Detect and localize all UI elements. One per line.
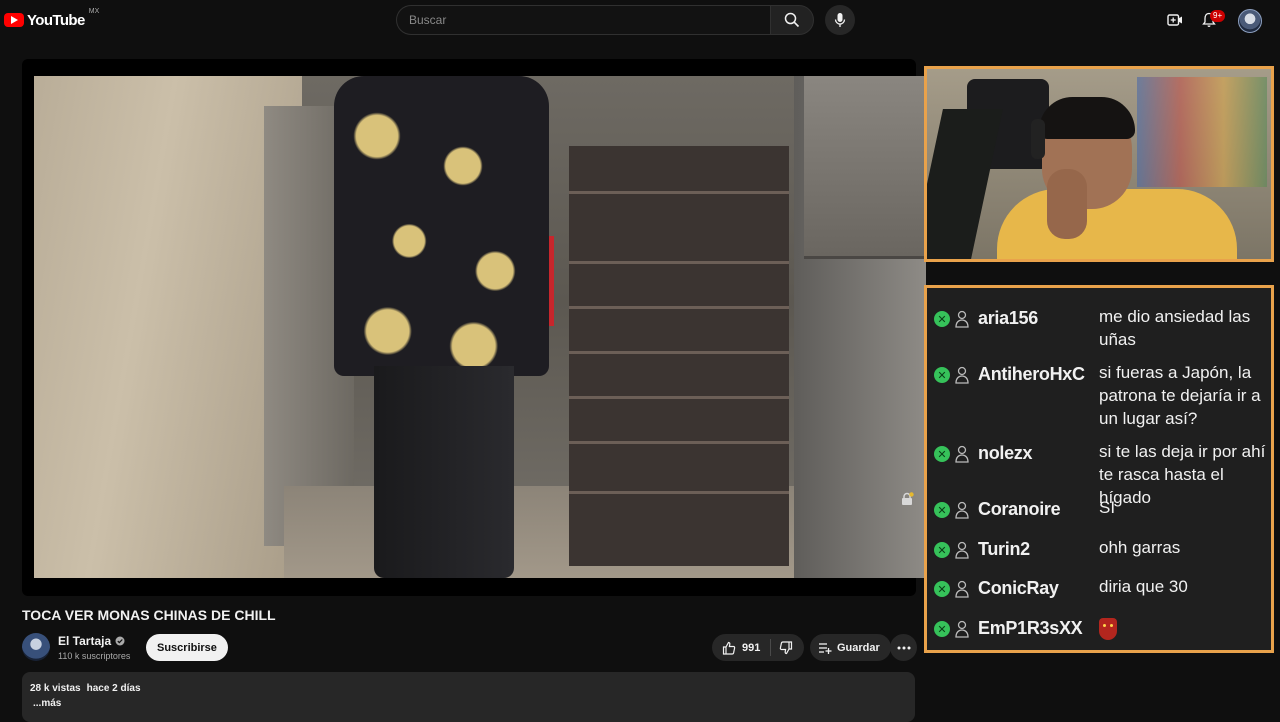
chat-username: Turin2	[978, 539, 1030, 559]
streamer-webcam	[924, 66, 1274, 262]
headset	[1031, 119, 1045, 159]
subscriber-count: 110 k suscriptores	[58, 651, 131, 661]
video-scene-mailboxes	[804, 76, 926, 259]
chat-badge-icon: ✕	[934, 621, 950, 637]
video-scene-wall	[34, 76, 302, 578]
microphone-arm	[927, 109, 1003, 259]
live-chat-panel: ✕ aria156 me dio ansiedad las uñas ✕ Ant…	[924, 285, 1274, 653]
description-box[interactable]	[22, 672, 915, 722]
chat-text: ohh garras	[1099, 538, 1181, 557]
chat-username: Coranoire	[978, 499, 1061, 519]
create-video-icon	[1167, 14, 1182, 26]
view-count: 28 k vistas	[30, 683, 81, 694]
like-button[interactable]: 991	[712, 639, 772, 656]
chat-message-partial	[927, 288, 1271, 290]
chat-badge-icon: ✕	[934, 502, 950, 518]
chat-username: AntiheroHxC	[978, 364, 1085, 384]
thumbs-up-icon	[722, 641, 736, 655]
lock-icon	[902, 492, 914, 505]
youtube-play-icon	[4, 13, 24, 27]
chat-badge-icon: ✕	[934, 311, 950, 327]
thumbs-down-icon	[780, 640, 793, 654]
stair-step	[569, 261, 789, 264]
notification-count-badge: 9+	[1210, 10, 1226, 22]
description-meta: 28 k vistas hace 2 días	[30, 683, 147, 694]
save-button[interactable]: Guardar	[810, 634, 891, 661]
stair-step	[569, 351, 789, 354]
user-icon	[955, 445, 969, 463]
chat-username: aria156	[978, 308, 1038, 328]
chat-text: me dio ansiedad las uñas	[1099, 307, 1251, 349]
like-count: 991	[742, 641, 761, 654]
user-icon	[955, 580, 969, 598]
search-icon	[784, 12, 800, 28]
user-icon	[955, 310, 969, 328]
chat-text: SI	[1099, 498, 1116, 517]
channel-name[interactable]: El Tartaja	[58, 634, 111, 648]
microphone-icon	[834, 13, 846, 27]
youtube-logo[interactable]: YouTube MX	[4, 8, 100, 31]
user-icon	[955, 366, 969, 384]
chat-badge-icon: ✕	[934, 446, 950, 462]
description-more-link[interactable]: ...más	[33, 698, 61, 709]
subscribe-button[interactable]: Suscribirse	[146, 634, 228, 661]
red-mask-emote-icon	[1099, 618, 1117, 640]
chat-badge-icon: ✕	[934, 542, 950, 558]
verified-icon	[115, 636, 125, 646]
search-box	[396, 5, 770, 35]
search-bar	[396, 5, 814, 35]
voice-search-button[interactable]	[825, 5, 855, 35]
chat-text: si fueras a Japón, la patrona te dejaría…	[1099, 363, 1261, 428]
user-icon	[955, 541, 969, 559]
stair-step	[569, 441, 789, 444]
more-actions-button[interactable]	[890, 634, 917, 661]
stair-step	[569, 306, 789, 309]
streamer-hair	[1039, 97, 1135, 139]
channel-name-row[interactable]: El Tartaja	[58, 634, 125, 648]
more-horizontal-icon	[897, 646, 910, 649]
video-frame[interactable]	[34, 76, 926, 578]
dark-pants	[374, 366, 514, 578]
chat-text: diria que 30	[1099, 577, 1188, 596]
logo-text: YouTube	[27, 11, 85, 29]
webcam-background-shelf	[1137, 77, 1267, 187]
create-button[interactable]	[1163, 8, 1187, 32]
upload-date: hace 2 días	[86, 683, 141, 694]
chat-username: EmP1R3sXX	[978, 618, 1083, 638]
user-icon	[955, 501, 969, 519]
search-input[interactable]	[407, 12, 770, 28]
save-label: Guardar	[837, 641, 880, 654]
video-scene-person	[334, 76, 549, 578]
chat-badge-icon: ✕	[934, 581, 950, 597]
stair-step	[569, 491, 789, 494]
streamer-hand	[1047, 169, 1087, 239]
chat-username: ConicRay	[978, 578, 1059, 598]
stair-step	[569, 191, 789, 194]
logo-region: MX	[88, 8, 100, 15]
video-title: TOCA VER MONAS CHINAS DE CHILL	[22, 607, 276, 623]
dislike-button[interactable]	[771, 640, 793, 655]
chat-badge-icon: ✕	[934, 367, 950, 383]
playlist-add-icon	[819, 642, 832, 654]
channel-avatar[interactable]	[22, 633, 50, 661]
stair-step	[569, 396, 789, 399]
like-dislike-group: 991	[712, 634, 804, 661]
account-avatar[interactable]	[1238, 9, 1262, 33]
video-scene-stairs	[569, 146, 789, 566]
search-button[interactable]	[770, 5, 814, 35]
user-icon	[955, 620, 969, 638]
chat-username: nolezx	[978, 443, 1033, 463]
patterned-shirt	[334, 76, 549, 376]
